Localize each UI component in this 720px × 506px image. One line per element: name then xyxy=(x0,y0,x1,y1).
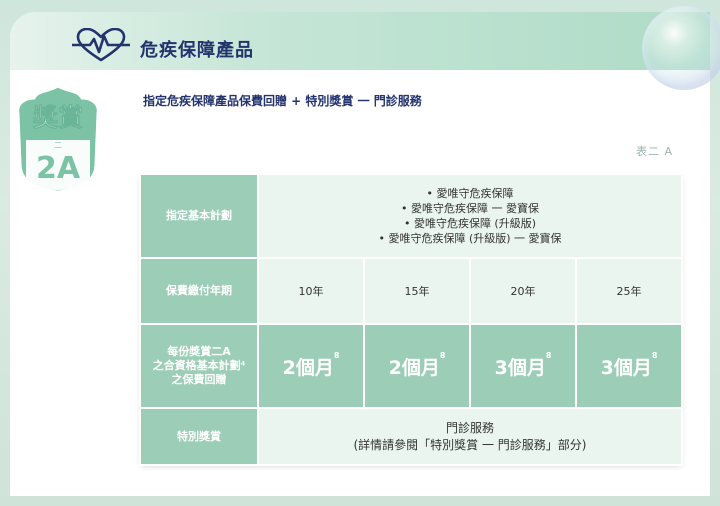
table-label: 表二 A xyxy=(636,145,674,158)
badge-top-text: 獎賞 xyxy=(32,103,83,132)
row-header-years: 保費繳付年期 xyxy=(141,259,257,323)
row-header-plans: 指定基本計劃 xyxy=(141,175,257,257)
plan-item: • 愛唯守危疾保障 xyxy=(426,187,514,200)
special-cell: 門診服務 (詳情請參閱「特別獎賞 一 門診服務」部分) xyxy=(259,409,681,464)
page-title: 危疾保障產品 xyxy=(140,40,254,61)
rebate-cell: 2個月8 xyxy=(365,325,469,407)
years-cell: 10年 xyxy=(259,259,363,323)
years-cell: 25年 xyxy=(577,259,681,323)
plan-item: • 愛唯守危疾保障 一 愛寶保 xyxy=(401,202,539,215)
years-cell: 15年 xyxy=(365,259,469,323)
table-row-years: 保費繳付年期 10年 15年 20年 25年 xyxy=(141,259,681,323)
badge-small-text: 二 xyxy=(54,141,62,150)
special-line: 門診服務 xyxy=(445,420,494,435)
heart-pulse-icon xyxy=(72,28,130,62)
rebate-value: 2個月 xyxy=(282,356,334,379)
rebate-value: 3個月 xyxy=(600,356,652,379)
table-row-rebate: 每份獎賞二A 之合資格基本計劃⁴ 之保費回贈 2個月8 2個月8 3個月8 3個… xyxy=(141,325,681,407)
rebate-label-line: 每份獎賞二A xyxy=(167,345,231,358)
rebate-table: 指定基本計劃 • 愛唯守危疾保障 • 愛唯守危疾保障 一 愛寶保 • 愛唯守危疾… xyxy=(139,173,683,466)
rebate-cell: 2個月8 xyxy=(259,325,363,407)
bubble-decoration xyxy=(642,6,720,90)
rebate-footnote: 8 xyxy=(439,350,446,360)
row-header-rebate: 每份獎賞二A 之合資格基本計劃⁴ 之保費回贈 xyxy=(141,325,257,407)
rebate-footnote: 8 xyxy=(333,350,340,360)
special-line: (詳情請參閱「特別獎賞 一 門診服務」部分) xyxy=(353,437,587,452)
table-row-plans: 指定基本計劃 • 愛唯守危疾保障 • 愛唯守危疾保障 一 愛寶保 • 愛唯守危疾… xyxy=(141,175,681,257)
years-cell: 20年 xyxy=(471,259,575,323)
rebate-footnote: 8 xyxy=(545,350,552,360)
badge-code-text: 2A xyxy=(36,151,81,186)
plan-item: • 愛唯守危疾保障 (升級版) xyxy=(403,217,537,230)
rebate-label-line: 之合資格基本計劃⁴ xyxy=(152,359,246,372)
rebate-footnote: 8 xyxy=(651,350,658,360)
plans-cell: • 愛唯守危疾保障 • 愛唯守危疾保障 一 愛寶保 • 愛唯守危疾保障 (升級版… xyxy=(259,175,681,257)
rebate-cell: 3個月8 xyxy=(471,325,575,407)
page-subtitle: 指定危疾保障產品保費回贈 + 特別獎賞 一 門診服務 xyxy=(143,94,422,108)
rebate-value: 2個月 xyxy=(388,356,440,379)
reward-badge: 獎賞 二 2A xyxy=(16,84,100,194)
plan-item: • 愛唯守危疾保障 (升級版) 一 愛寶保 xyxy=(378,232,562,245)
rebate-cell: 3個月8 xyxy=(577,325,681,407)
table-row-special: 特別獎賞 門診服務 (詳情請參閱「特別獎賞 一 門診服務」部分) xyxy=(141,409,681,464)
rebate-value: 3個月 xyxy=(494,356,546,379)
row-header-special: 特別獎賞 xyxy=(141,409,257,464)
rebate-label-line: 之保費回贈 xyxy=(171,373,227,386)
